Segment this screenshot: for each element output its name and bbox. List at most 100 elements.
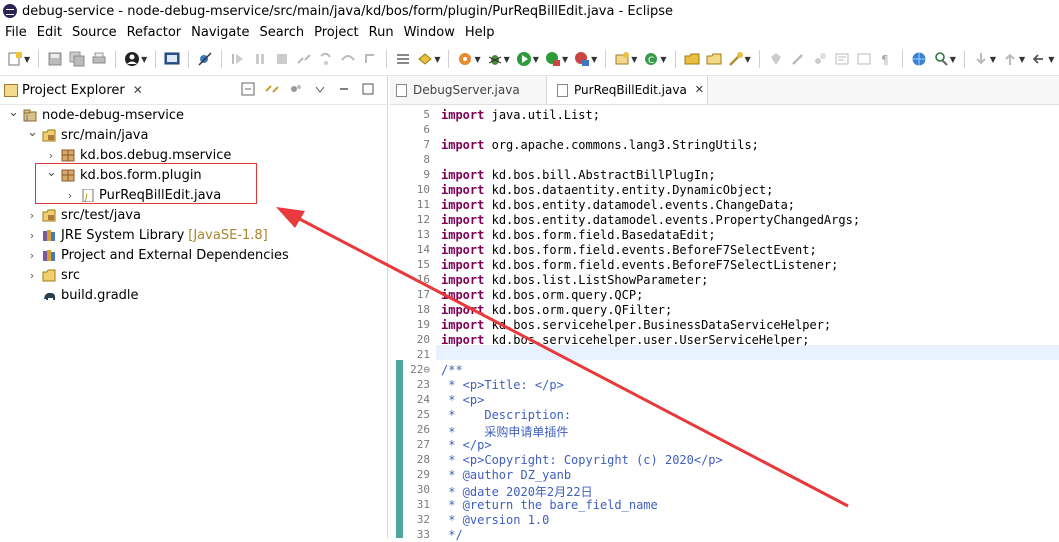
svg-text:¶: ¶ — [881, 53, 889, 67]
code-line: import kd.bos.orm.query.QCP; — [441, 288, 643, 302]
search-wand-icon[interactable] — [728, 51, 744, 67]
tree-item[interactable]: › src — [0, 266, 387, 286]
save-icon[interactable] — [47, 51, 63, 67]
expand-twisty-icon[interactable]: › — [27, 226, 37, 246]
collapse-all-icon[interactable] — [241, 82, 255, 96]
title-bar: debug-service - node-debug-mservice/src/… — [0, 0, 1059, 22]
print-icon[interactable] — [91, 51, 107, 67]
skip-breakpoints-icon[interactable] — [197, 51, 213, 67]
new-class-dropdown-icon[interactable]: ▼ — [660, 55, 666, 64]
step-return-icon — [362, 51, 378, 67]
tree-item[interactable]: › src/test/java — [0, 206, 387, 226]
run-dropdown-icon[interactable]: ▼ — [533, 55, 539, 64]
comment-token: * @author DZ_yanb — [441, 468, 572, 482]
profile-icon[interactable] — [574, 51, 590, 67]
prev-edit-dropdown-icon[interactable]: ▼ — [1019, 55, 1025, 64]
tree-item[interactable]: ⌄ Jnode-debug-mservice — [0, 103, 387, 126]
tab-purreqbilledit[interactable]: PurReqBillEdit.java ✕ — [546, 76, 708, 104]
back-dropdown-icon[interactable]: ▼ — [1048, 55, 1054, 64]
menu-edit[interactable]: Edit — [32, 25, 67, 40]
tree-item[interactable]: ⌄ src/main/java — [0, 123, 387, 146]
project-explorer-title[interactable]: Project Explorer — [22, 83, 125, 98]
tree-item[interactable]: › JRE System Library [JavaSE-1.8] — [0, 226, 387, 246]
search-icon[interactable] — [933, 51, 949, 67]
keyword-token: import — [441, 168, 485, 182]
menu-navigate[interactable]: Navigate — [186, 25, 254, 40]
back-icon[interactable] — [1031, 51, 1047, 67]
keyword-token: import — [441, 228, 485, 242]
window-title: debug-service - node-debug-mservice/src/… — [22, 3, 674, 19]
close-icon[interactable]: ✕ — [133, 83, 143, 97]
menu-window[interactable]: Window — [399, 25, 460, 40]
user-dropdown-icon[interactable]: ▼ — [141, 55, 147, 64]
minimize-icon[interactable] — [337, 82, 351, 96]
coverage-icon[interactable] — [545, 51, 561, 67]
line-number: 29 — [416, 468, 430, 481]
line-number: 18 — [416, 303, 430, 316]
coverage-dropdown-icon[interactable]: ▼ — [562, 55, 568, 64]
menu-run[interactable]: Run — [364, 25, 399, 40]
code-line: import kd.bos.form.field.events.BeforeF7… — [441, 258, 838, 272]
menu-refactor[interactable]: Refactor — [122, 25, 187, 40]
user-icon[interactable] — [124, 51, 140, 67]
expand-twisty-icon[interactable]: › — [27, 206, 37, 226]
new-icon[interactable] — [7, 51, 23, 67]
view-menu-icon[interactable] — [313, 82, 327, 96]
expand-twisty-icon[interactable]: › — [27, 246, 37, 266]
code-token: kd.bos.servicehelper.user.UserServiceHel… — [491, 333, 810, 347]
new-java-project-icon[interactable] — [614, 51, 630, 67]
tab-debugserver[interactable]: DebugServer.java — [396, 76, 536, 104]
line-number: 8 — [423, 153, 430, 166]
link-with-editor-icon[interactable] — [265, 82, 279, 96]
code-token: kd.bos.entity.datamodel.events.ChangeDat… — [491, 198, 796, 212]
profile-dropdown-icon[interactable]: ▼ — [591, 55, 597, 64]
keyword-token: import — [441, 318, 485, 332]
toggle-block-icon — [812, 51, 828, 67]
terminal-icon[interactable] — [164, 51, 180, 67]
open-type-icon[interactable] — [684, 51, 700, 67]
collapse-twisty-icon[interactable]: ⌄ — [8, 103, 19, 123]
debug-icon[interactable] — [487, 51, 503, 67]
new-java-dropdown-icon[interactable]: ▼ — [631, 55, 637, 64]
debug-dropdown-icon[interactable]: ▼ — [504, 55, 510, 64]
menu-search[interactable]: Search — [254, 25, 309, 40]
external-tools-dropdown-icon[interactable]: ▼ — [474, 55, 480, 64]
line-number: 23 — [416, 378, 430, 391]
maximize-icon[interactable] — [361, 82, 375, 96]
menu-help[interactable]: Help — [460, 25, 500, 40]
run-ant-icon[interactable] — [417, 51, 433, 67]
tree-item[interactable]: › Project and External Dependencies — [0, 246, 387, 266]
globe-icon[interactable] — [911, 51, 927, 67]
close-tab-icon[interactable]: ✕ — [695, 76, 704, 104]
collapse-twisty-icon[interactable]: ⌄ — [27, 123, 38, 143]
menu-source[interactable]: Source — [67, 25, 122, 40]
code-token: java.util.List; — [491, 108, 600, 122]
line-number: 15 — [416, 258, 430, 271]
terminate-icon — [274, 51, 290, 67]
menu-project[interactable]: Project — [309, 25, 363, 40]
toggle-mark-icon[interactable] — [395, 51, 411, 67]
search-dropdown2-icon[interactable]: ▼ — [950, 55, 956, 64]
keyword-token: import — [441, 213, 485, 227]
save-all-icon[interactable] — [69, 51, 85, 67]
tree-item[interactable]: build.gradle — [0, 286, 387, 306]
menu-file[interactable]: File — [0, 25, 32, 40]
open-task-icon[interactable] — [706, 51, 722, 67]
next-edit-dropdown-icon[interactable]: ▼ — [990, 55, 996, 64]
show-whitespace-icon: ¶ — [878, 51, 894, 67]
expand-twisty-icon[interactable]: › — [27, 266, 37, 286]
filter-icon[interactable] — [289, 82, 303, 96]
external-tools-icon[interactable] — [457, 51, 473, 67]
search-dropdown-icon[interactable]: ▼ — [745, 55, 751, 64]
line-number: 25 — [416, 408, 430, 421]
ant-dropdown-icon[interactable]: ▼ — [434, 55, 440, 64]
new-dropdown-icon[interactable]: ▼ — [24, 55, 30, 64]
java-file-icon — [396, 83, 407, 97]
code-line: import kd.bos.servicehelper.user.UserSer… — [441, 333, 809, 347]
run-icon[interactable] — [516, 51, 532, 67]
code-line: /** — [441, 363, 463, 377]
new-class-icon[interactable]: C — [643, 51, 659, 67]
block-select-icon — [856, 51, 872, 67]
code-line: * <p>Title: </p> — [441, 378, 564, 392]
svg-text:J: J — [25, 114, 28, 122]
